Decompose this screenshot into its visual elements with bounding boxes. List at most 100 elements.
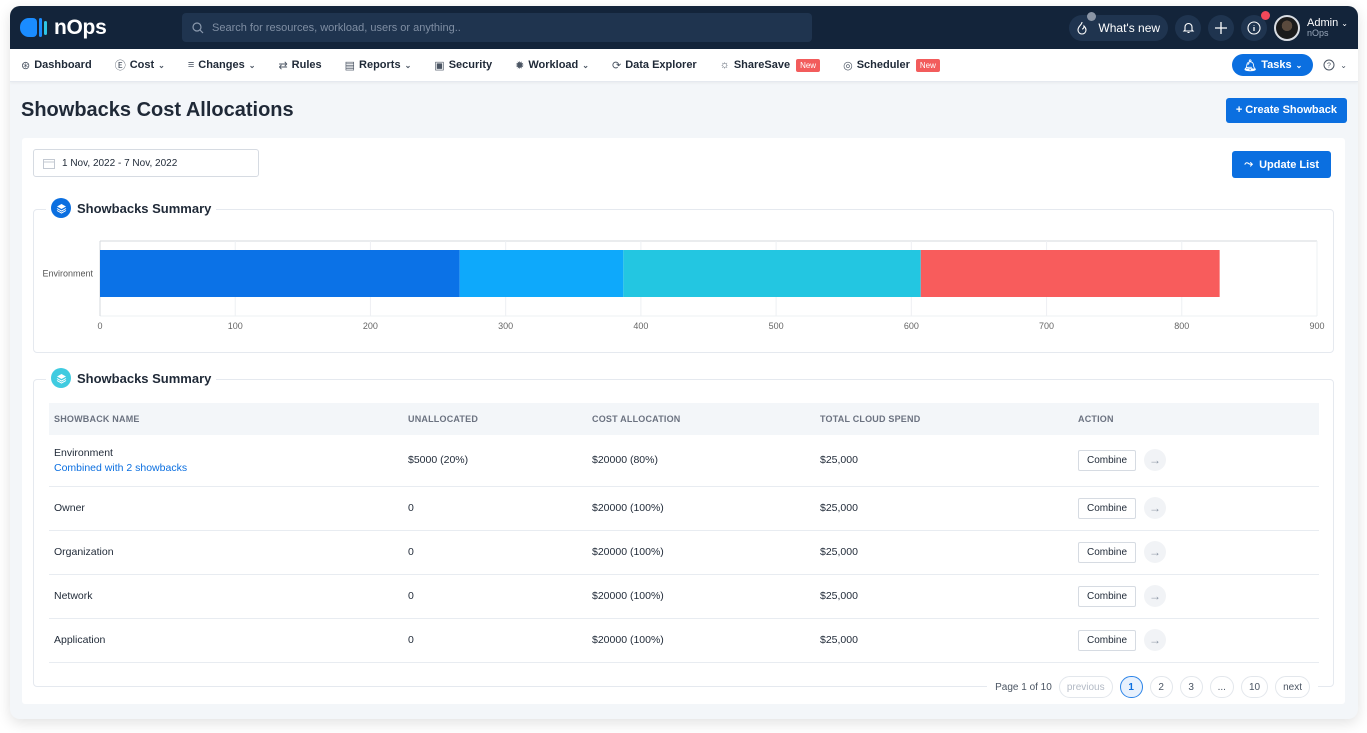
nav-scheduler[interactable]: ◎ Scheduler New [843, 58, 940, 72]
nav-reports[interactable]: ▤ Reports ⌄ [345, 59, 412, 72]
combine-button[interactable]: Combine [1078, 541, 1137, 563]
page-button-10[interactable]: 10 [1240, 676, 1269, 698]
showback-name: Owner [49, 486, 403, 531]
nav-label: Workload [528, 59, 579, 71]
combine-button[interactable]: Combine [1078, 585, 1137, 607]
help-menu[interactable]: ? ⌄ [1323, 59, 1347, 71]
column-header-total-cloud-spend[interactable]: TOTAL CLOUD SPEND [815, 403, 1073, 435]
table-section-title: Showbacks Summary [77, 370, 212, 386]
chevron-down-icon: ⌄ [404, 60, 412, 70]
nav-label: Cost [129, 59, 155, 71]
nav-dashboard[interactable]: ⊛ Dashboard [21, 59, 92, 72]
search-input[interactable]: Search for resources, workload, users or… [182, 13, 812, 42]
page-button-3[interactable]: 3 [1179, 676, 1203, 698]
app-window: nOps Search for resources, workload, use… [10, 6, 1358, 719]
showback-name: Environment [54, 446, 113, 459]
nav-label: Security [448, 59, 493, 71]
share-icon: ☼ [719, 59, 730, 71]
nav-cost[interactable]: Ⓔ Cost ⌄ [115, 57, 165, 73]
nav-data-explorer[interactable]: ⟳ Data Explorer [612, 59, 697, 72]
lock-icon: ▣ [434, 59, 445, 72]
chart-section: Showbacks Summary 0 100 200 300 400 500 600 700… [33, 198, 1334, 353]
combine-button[interactable]: Combine [1078, 497, 1137, 519]
showback-name: Organization [49, 530, 403, 575]
content-card: 1 Nov, 2022 - 7 Nov, 2022 ⤳ Update List … [22, 138, 1345, 704]
add-button[interactable] [1208, 14, 1235, 41]
combine-button[interactable]: Combine [1078, 449, 1137, 471]
stacked-bar-chart: 0 100 200 300 400 500 600 700 800 900 Environment [42, 240, 1325, 331]
info-button[interactable] [1241, 10, 1271, 41]
total-spend-cell: $25,000 [815, 486, 1073, 531]
tasks-button[interactable]: 🔔︎ Tasks ⌄ [1232, 54, 1314, 76]
chevron-down-icon: ⌄ [1341, 18, 1348, 28]
arrow-right-icon[interactable]: → [1144, 541, 1167, 563]
unallocated-cell: 0 [403, 618, 587, 663]
main-nav: ⊛ Dashboard Ⓔ Cost ⌄ ≡ Changes ⌄ ⇄ Rules ▤ Repo… [10, 49, 1358, 82]
nav-security[interactable]: ▣ Security [434, 59, 492, 72]
x-tick-label: 0 [97, 321, 102, 331]
date-range-value: 1 Nov, 2022 - 7 Nov, 2022 [62, 157, 178, 169]
page-summary: Page 1 of 10 [995, 681, 1052, 693]
nav-workload[interactable]: ✹ Workload ⌄ [515, 59, 589, 72]
nav-label: Rules [291, 59, 322, 71]
cost-allocation-cell: $20000 (100%) [587, 618, 815, 663]
table-row: Organization 0 $20000 (100%) $25,000 Com… [49, 530, 1319, 575]
whats-new-button[interactable]: What's new [1069, 11, 1169, 41]
search-icon [192, 21, 204, 33]
create-showback-button[interactable]: + Create Showback [1225, 97, 1347, 123]
arrow-right-icon[interactable]: → [1144, 629, 1167, 651]
nav-changes[interactable]: ≡ Changes ⌄ [188, 59, 256, 71]
logo[interactable]: nOps [20, 16, 180, 40]
next-page-button[interactable]: next [1275, 676, 1310, 698]
arrow-right-icon[interactable]: → [1144, 449, 1167, 472]
user-name: Admin [1307, 16, 1339, 29]
table-section: Showbacks Summary SHOWBACK NAME UNALLOCA… [33, 368, 1334, 698]
total-spend-cell: $25,000 [815, 435, 1073, 487]
date-range-picker[interactable]: 1 Nov, 2022 - 7 Nov, 2022 [33, 149, 259, 177]
new-badge: New [796, 58, 821, 72]
x-tick-label: 400 [633, 321, 648, 331]
column-header-unallocated[interactable]: UNALLOCATED [403, 403, 587, 435]
bell-icon: 🔔︎ [1243, 59, 1258, 72]
arrow-right-icon[interactable]: → [1144, 497, 1167, 519]
combine-button[interactable]: Combine [1078, 629, 1137, 651]
user-org: nOps [1307, 27, 1329, 38]
chevron-down-icon: ⌄ [582, 60, 589, 70]
chevron-down-icon: ⌄ [248, 60, 256, 70]
table-header-row: SHOWBACK NAME UNALLOCATED COST ALLOCATIO… [49, 403, 1319, 435]
calendar-icon [43, 158, 55, 169]
table-row: Application 0 $20000 (100%) $25,000 Comb… [49, 618, 1319, 663]
page-ellipsis[interactable]: ... [1209, 676, 1234, 698]
cost-allocation-cell: $20000 (80%) [587, 435, 815, 487]
total-spend-cell: $25,000 [815, 618, 1073, 663]
nav-rules[interactable]: ⇄ Rules [278, 59, 321, 72]
update-list-button[interactable]: ⤳ Update List [1232, 151, 1331, 178]
logo-icon [20, 18, 47, 37]
bell-icon [1182, 22, 1194, 34]
showback-name: Application [49, 618, 403, 663]
nav-label: Dashboard [34, 59, 92, 71]
table-section-header: Showbacks Summary [46, 368, 217, 388]
flame-icon [1069, 11, 1097, 41]
magic-wand-icon: ⤳ [1244, 158, 1254, 170]
notifications-button[interactable] [1175, 14, 1202, 41]
column-header-cost-allocation[interactable]: COST ALLOCATION [587, 403, 815, 435]
bar-segment-segment-1 [100, 250, 460, 297]
arrow-right-icon[interactable]: → [1144, 585, 1167, 607]
search-placeholder: Search for resources, workload, users or… [212, 21, 461, 34]
page-button-2[interactable]: 2 [1149, 676, 1173, 698]
grid-icon: ⊛ [21, 59, 31, 72]
column-header-name[interactable]: SHOWBACK NAME [49, 403, 403, 435]
previous-page-button[interactable]: previous [1058, 676, 1113, 698]
nav-label: Data Explorer [625, 59, 697, 71]
combined-showbacks-link[interactable]: Combined with 2 showbacks [54, 462, 403, 474]
new-badge: New [915, 58, 940, 72]
dollar-circle-icon: Ⓔ [114, 60, 126, 72]
unallocated-cell: 0 [403, 574, 587, 619]
cost-allocation-cell: $20000 (100%) [587, 574, 815, 619]
nav-sharesave[interactable]: ☼ ShareSave New [719, 58, 821, 72]
x-tick-label: 700 [1039, 321, 1054, 331]
user-menu[interactable]: Admin ⌄ nOps [1307, 17, 1348, 39]
page-button-1[interactable]: 1 [1119, 676, 1143, 698]
avatar[interactable] [1274, 14, 1301, 41]
